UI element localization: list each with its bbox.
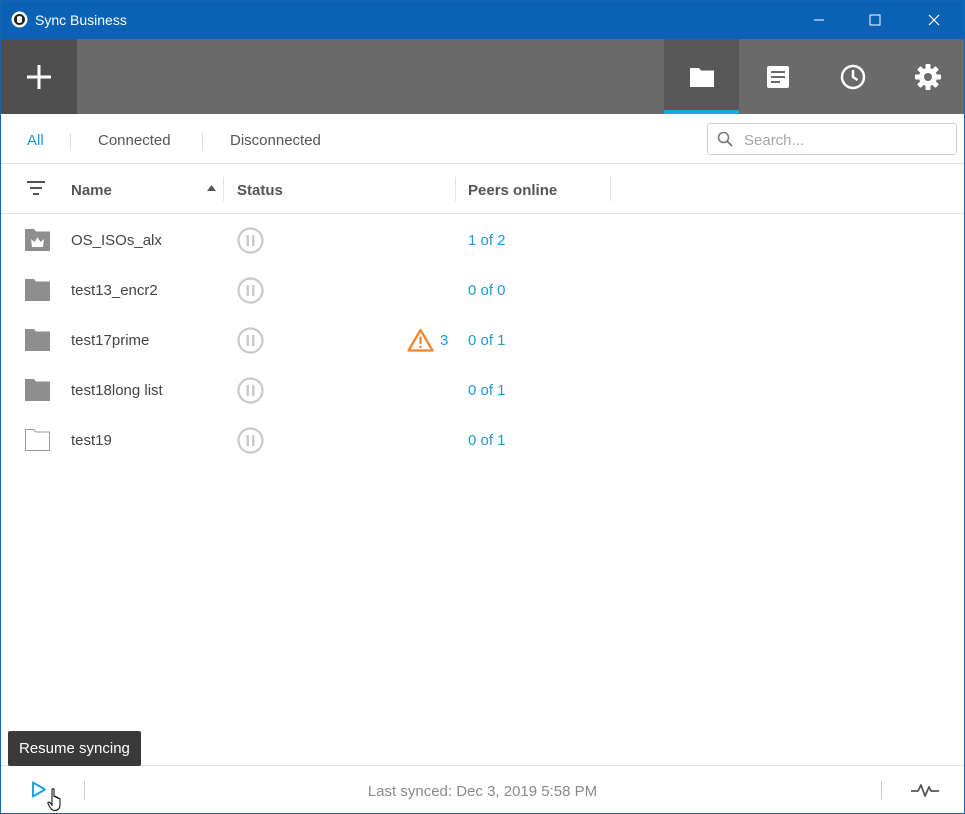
pause-status-icon[interactable] [237,377,264,404]
column-peers-header[interactable]: Peers online [468,182,557,199]
column-name-header[interactable]: Name [71,182,112,199]
clock-icon [840,64,865,89]
pause-status-icon[interactable] [237,227,264,254]
tooltip: Resume syncing [8,731,141,766]
add-folder-button[interactable] [1,39,77,114]
pause-status-icon[interactable] [237,277,264,304]
tab-folders[interactable] [664,39,739,114]
pause-status-icon[interactable] [237,427,264,454]
peers-online-link[interactable]: 0 of 1 [468,432,506,449]
table-row[interactable]: test13_encr2 0 of 0 [1,265,964,315]
peers-online-link[interactable]: 1 of 2 [468,232,506,249]
divider [202,133,203,151]
table-header: Name Status Peers online [1,164,964,214]
filter-bar: All Connected Disconnected [1,114,964,164]
close-button[interactable] [911,1,957,39]
folder-name: OS_ISOs_alx [71,232,162,249]
divider [70,133,71,151]
folder-icon [689,67,714,87]
window-title: Sync Business [35,12,127,28]
column-status-header[interactable]: Status [237,182,283,199]
peers-online-link[interactable]: 0 of 1 [468,332,506,349]
search-input[interactable] [744,130,944,150]
folder-icon [25,279,50,301]
folder-name: test13_encr2 [71,282,158,299]
peers-online-link[interactable]: 0 of 1 [468,382,506,399]
sort-ascending-icon[interactable] [207,185,216,191]
gear-icon [914,63,941,90]
folder-name: test17prime [71,332,150,349]
folder-name: test18long list [71,382,163,399]
last-synced-text: Last synced: Dec 3, 2019 5:58 PM [367,783,598,800]
table-row[interactable]: test17prime 3 0 of 1 [1,315,964,365]
filter-tab-all[interactable]: All [27,132,44,149]
column-divider[interactable] [610,177,611,201]
folder-icon [25,329,50,351]
maximize-icon [869,14,881,26]
tab-notes[interactable] [740,39,815,114]
plus-icon [27,64,51,89]
column-divider[interactable] [223,177,224,201]
close-icon [928,14,940,26]
minimize-icon [814,19,824,21]
hand-cursor-icon [47,788,61,812]
notes-icon [766,65,789,88]
search-box[interactable] [707,123,957,155]
app-window: Sync Business All Connected Disconnected… [0,0,965,814]
search-icon [717,131,733,147]
folder-icon [25,379,50,401]
peers-online-link[interactable]: 0 of 0 [468,282,506,299]
empty-folder-icon [25,429,50,451]
tab-settings[interactable] [890,39,965,114]
maximize-button[interactable] [852,1,898,39]
filter-tab-disconnected[interactable]: Disconnected [230,132,321,149]
column-divider[interactable] [455,177,456,201]
table-row[interactable]: OS_ISOs_alx 1 of 2 [1,215,964,265]
activity-pulse-icon[interactable] [910,782,940,798]
table-row[interactable]: test19 0 of 1 [1,415,964,465]
warning-count: 3 [440,331,449,349]
divider [881,781,882,799]
pause-status-icon[interactable] [237,327,264,354]
warning-indicator[interactable]: 3 [407,328,448,352]
filter-tab-connected[interactable]: Connected [98,132,171,149]
shared-folder-crown-icon [25,229,50,251]
title-bar: Sync Business [1,1,964,39]
status-bar: Last synced: Dec 3, 2019 5:58 PM [1,765,964,813]
sync-logo-icon [11,11,28,28]
filter-icon[interactable] [27,181,45,195]
main-toolbar [1,39,964,114]
minimize-button[interactable] [796,1,842,39]
folder-name: test19 [71,432,112,449]
warning-triangle-icon [407,328,434,352]
tab-history[interactable] [815,39,890,114]
table-row[interactable]: test18long list 0 of 1 [1,365,964,415]
